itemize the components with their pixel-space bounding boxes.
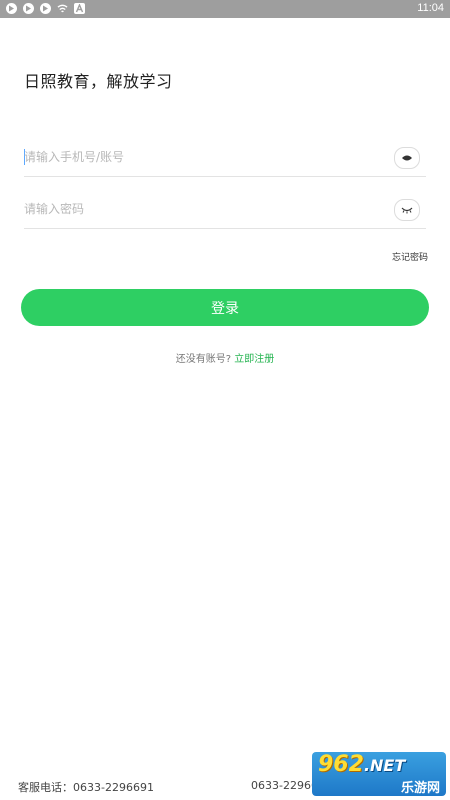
play-store-icon xyxy=(6,3,17,14)
service-hotline-repeat: 0633-22966 xyxy=(251,779,318,792)
watermark-name: 乐游网 xyxy=(400,781,440,796)
forgot-password-link[interactable]: 忘记密码 xyxy=(392,250,428,263)
status-icons xyxy=(6,3,85,14)
a-icon xyxy=(74,3,85,14)
register-prompt: 还没有账号? 立即注册 xyxy=(0,350,450,365)
account-dropdown-button[interactable] xyxy=(394,147,420,169)
phone-input[interactable] xyxy=(24,142,364,172)
play-store-icon xyxy=(40,3,51,14)
eye-closed-icon xyxy=(401,207,413,214)
wifi-icon xyxy=(57,3,68,14)
play-store-icon xyxy=(23,3,34,14)
clock: 11:04 xyxy=(417,2,444,14)
page-title: 日照教育，解放学习 xyxy=(24,72,173,91)
service-hotline: 客服电话：0633-2296691 xyxy=(18,781,154,794)
register-link[interactable]: 立即注册 xyxy=(234,354,274,365)
status-bar: 11:04 xyxy=(0,0,450,18)
site-watermark: 962.NET 乐游网 xyxy=(312,752,446,796)
login-button[interactable]: 登录 xyxy=(21,289,429,326)
watermark-logo: 962.NET xyxy=(318,752,405,777)
watermark-number: 962 xyxy=(318,752,364,777)
password-field xyxy=(24,192,426,229)
watermark-suffix: .NET xyxy=(363,756,406,775)
phone-field xyxy=(24,140,426,177)
register-prompt-text: 还没有账号? xyxy=(175,354,232,365)
eye-open-icon xyxy=(402,155,412,161)
password-input[interactable] xyxy=(24,194,364,224)
toggle-password-visibility-button[interactable] xyxy=(394,199,420,221)
